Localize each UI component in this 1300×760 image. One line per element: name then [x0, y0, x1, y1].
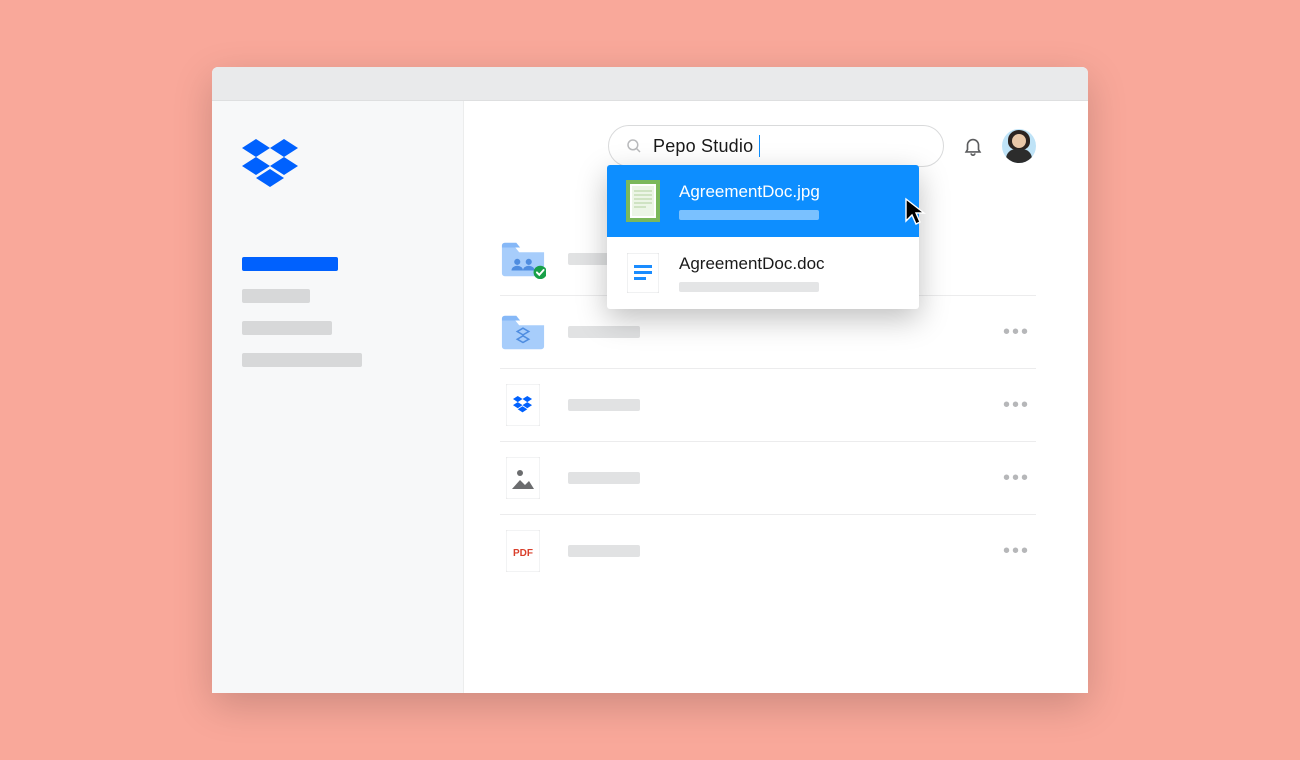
file-row[interactable]: ••• — [500, 442, 1036, 515]
shared-folder-icon — [500, 239, 546, 279]
app-window: Pepo Studio — [212, 67, 1088, 693]
dropbox-file-icon — [500, 385, 546, 425]
file-name — [568, 326, 640, 338]
search-result[interactable]: AgreementDoc.jpg — [607, 165, 919, 237]
bell-icon — [962, 135, 984, 157]
search-result-subtitle — [679, 210, 819, 220]
search-result-subtitle — [679, 282, 819, 292]
doc-file-icon — [625, 251, 661, 295]
search-input[interactable]: Pepo Studio — [608, 125, 944, 167]
topbar: Pepo Studio — [608, 125, 1036, 167]
sidebar-nav — [242, 257, 433, 367]
window-titlebar — [212, 67, 1088, 101]
main-content: Pepo Studio — [464, 101, 1088, 693]
search-result[interactable]: AgreementDoc.doc — [607, 237, 919, 309]
app-body: Pepo Studio — [212, 101, 1088, 693]
row-actions-button[interactable]: ••• — [1003, 467, 1036, 490]
search-result-title: AgreementDoc.doc — [679, 254, 825, 274]
sidebar-item[interactable] — [242, 289, 310, 303]
image-file-icon — [625, 179, 661, 223]
user-avatar[interactable] — [1002, 129, 1036, 163]
file-name — [568, 545, 640, 557]
cursor-icon — [904, 197, 928, 227]
row-actions-button[interactable]: ••• — [1003, 394, 1036, 417]
row-actions-button[interactable]: ••• — [1003, 540, 1036, 563]
sidebar-item[interactable] — [242, 353, 362, 367]
sidebar-item[interactable] — [242, 321, 332, 335]
pdf-file-icon: PDF — [500, 531, 546, 571]
file-row[interactable]: ••• — [500, 369, 1036, 442]
dropbox-logo-icon — [242, 139, 433, 187]
text-caret — [759, 135, 760, 157]
notifications-button[interactable] — [962, 135, 984, 157]
search-icon — [625, 137, 643, 155]
file-row[interactable]: PDF ••• — [500, 515, 1036, 587]
file-name — [568, 472, 640, 484]
svg-text:PDF: PDF — [513, 548, 533, 559]
search-value: Pepo Studio — [653, 136, 753, 157]
file-name — [568, 399, 640, 411]
search-result-title: AgreementDoc.jpg — [679, 182, 820, 202]
image-file-icon — [500, 458, 546, 498]
sidebar — [212, 101, 464, 693]
search-results-dropdown: AgreementDoc.jpg AgreementD — [607, 165, 919, 309]
row-actions-button[interactable]: ••• — [1003, 321, 1036, 344]
sidebar-item-active[interactable] — [242, 257, 338, 271]
folder-icon — [500, 312, 546, 352]
